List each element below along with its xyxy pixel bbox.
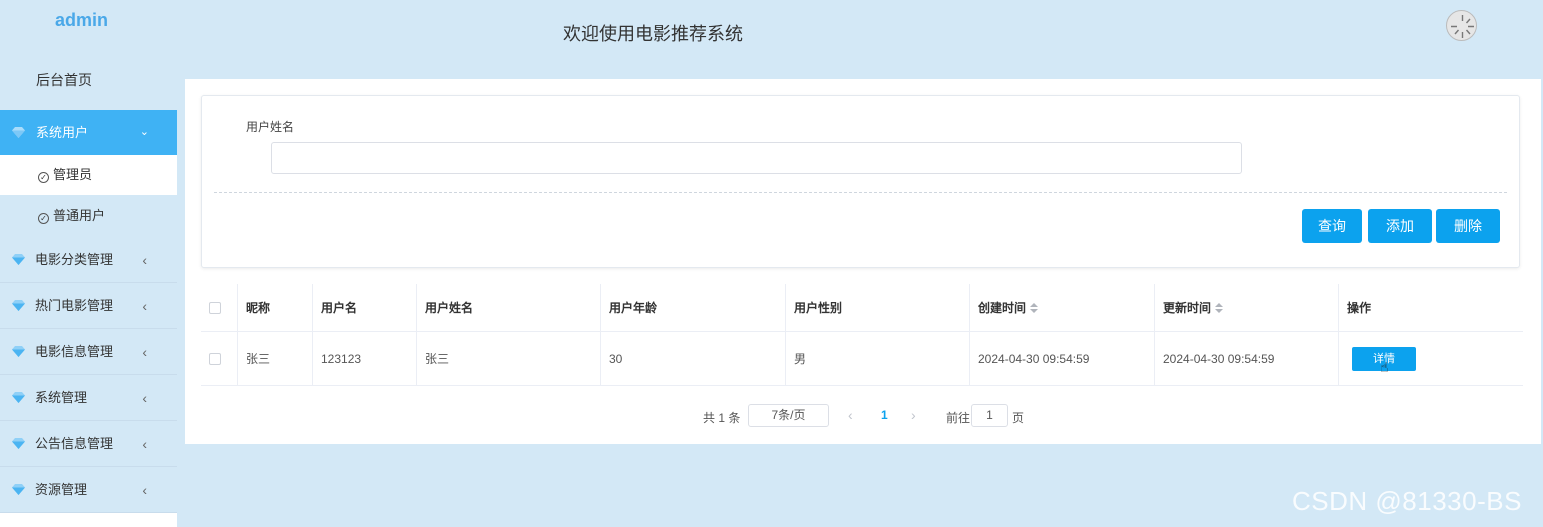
query-button[interactable]: 查询 (1302, 209, 1362, 243)
sidebar-item-hot-movies[interactable]: 热门电影管理 ‹ (0, 283, 177, 329)
diamond-icon (12, 300, 25, 311)
detail-button[interactable]: 详情 ☝ (1352, 346, 1416, 375)
sidebar-subitem-label: 普通用户 (53, 208, 106, 223)
pagination-total: 共 1 条 (703, 411, 741, 425)
search-card: 用户姓名 查询 添加 删除 (201, 95, 1520, 268)
select-all-checkbox[interactable] (209, 301, 221, 314)
goto-page-input[interactable]: 1 (971, 404, 1008, 427)
chevron-left-icon: ‹ (142, 390, 147, 406)
sidebar-item-resources[interactable]: 资源管理 ‹ (0, 467, 177, 513)
sidebar-item-announcements[interactable]: 公告信息管理 ‹ (0, 421, 177, 467)
diamond-icon (12, 127, 25, 138)
sidebar-item-label: 系统管理 (35, 390, 88, 405)
column-header[interactable]: 用户姓名 (417, 284, 601, 331)
table-row: 张三 123123 张三 30 男 2024-04-30 09:54:59 20… (201, 332, 1523, 386)
sidebar-item-label: 资源管理 (35, 482, 88, 497)
goto-unit: 页 (1012, 411, 1025, 425)
sidebar-item-label: 热门电影管理 (35, 298, 114, 313)
sidebar-item-system-management[interactable]: 系统管理 ‹ (0, 375, 177, 421)
page-number-current[interactable]: 1 (881, 408, 888, 422)
sidebar-subitem-normal-user[interactable]: ✓ 普通用户 (0, 196, 177, 236)
goto-label: 前往 (946, 411, 971, 425)
sidebar-subitem-admin[interactable]: ✓ 管理员 (0, 155, 177, 195)
sidebar-item-system-users[interactable]: 系统用户 ⌄ (0, 110, 177, 155)
prev-page-icon[interactable]: ‹ (848, 407, 853, 423)
delete-button[interactable]: 删除 (1436, 209, 1500, 243)
column-header-updated[interactable]: 更新时间 (1155, 284, 1339, 331)
cell-actions: 详情 ☝ (1339, 332, 1523, 385)
sidebar-subitem-label: 管理员 (53, 167, 93, 182)
divider (214, 192, 1507, 193)
column-header-created[interactable]: 创建时间 (970, 284, 1155, 331)
sidebar-item-movie-info[interactable]: 电影信息管理 ‹ (0, 329, 177, 375)
column-header: 操作 (1347, 301, 1372, 315)
check-circle-icon: ✓ (38, 172, 49, 183)
cell-name: 张三 (417, 332, 601, 385)
loading-avatar-icon (1451, 15, 1474, 38)
sidebar-item-label: 电影信息管理 (35, 344, 114, 359)
sidebar-item-home[interactable]: 后台首页 (0, 56, 177, 104)
chevron-left-icon: ‹ (142, 436, 147, 452)
column-header[interactable]: 昵称 (238, 284, 313, 331)
chevron-left-icon: ‹ (142, 252, 147, 268)
column-header[interactable]: 用户性别 (786, 284, 970, 331)
column-header[interactable]: 用户名 (313, 284, 417, 331)
watermark: CSDN @81330-BS (1292, 486, 1522, 516)
sidebar-item-movie-category[interactable]: 电影分类管理 ‹ (0, 237, 177, 283)
sidebar-item-label: 公告信息管理 (35, 436, 114, 451)
add-button[interactable]: 添加 (1368, 209, 1432, 243)
name-search-input[interactable] (271, 142, 1242, 174)
diamond-icon (12, 484, 25, 495)
cell-age: 30 (601, 332, 786, 385)
row-checkbox[interactable] (209, 352, 221, 365)
pagination: 共 1 条 7条/页 ‹ 1 › 前往 1 页 (185, 404, 1541, 428)
sidebar: admin 后台首页 系统用户 ⌄ ✓ 管理员 ✓ 普通用户 电影分类管理 ‹ 热门… (0, 0, 177, 527)
page-title: 欢迎使用电影推荐系统 (563, 24, 743, 44)
sidebar-item-label: 电影分类管理 (35, 252, 114, 267)
chevron-left-icon: ‹ (142, 298, 147, 314)
cell-updated: 2024-04-30 09:54:59 (1155, 332, 1339, 385)
sort-icon[interactable] (1030, 302, 1039, 313)
cell-created: 2024-04-30 09:54:59 (970, 332, 1155, 385)
row-select-cell (201, 332, 238, 385)
column-header[interactable]: 用户年龄 (601, 284, 786, 331)
diamond-icon (12, 254, 25, 265)
chevron-left-icon: ‹ (142, 482, 147, 498)
chevron-down-icon: ⌄ (139, 126, 149, 138)
sort-icon[interactable] (1215, 302, 1224, 313)
diamond-icon (12, 438, 25, 449)
next-page-icon[interactable]: › (911, 407, 916, 423)
diamond-icon (12, 346, 25, 357)
main-panel: 用户姓名 查询 添加 删除 昵称 用户名 用户姓名 用户年龄 用户性别 创建时间… (185, 79, 1541, 444)
select-all-cell (201, 284, 238, 331)
sidebar-item-label: 系统用户 (36, 125, 89, 140)
avatar[interactable] (1446, 10, 1477, 41)
check-circle-icon: ✓ (38, 213, 49, 224)
hand-cursor-icon: ☝ (1380, 358, 1389, 375)
column-header-label: 创建时间 (978, 301, 1027, 315)
chevron-left-icon: ‹ (142, 344, 147, 360)
table-header: 昵称 用户名 用户姓名 用户年龄 用户性别 创建时间 更新时间 操作 (201, 284, 1523, 332)
page-size-select[interactable]: 7条/页 (748, 404, 829, 427)
search-label: 用户姓名 (246, 120, 295, 134)
cell-nickname: 张三 (238, 332, 313, 385)
cell-username: 123123 (313, 332, 417, 385)
diamond-icon (12, 392, 25, 403)
cell-gender: 男 (786, 332, 970, 385)
brand-logo: admin (54, 10, 108, 30)
column-header-label: 更新时间 (1163, 301, 1212, 315)
sidebar-footer (0, 513, 177, 527)
